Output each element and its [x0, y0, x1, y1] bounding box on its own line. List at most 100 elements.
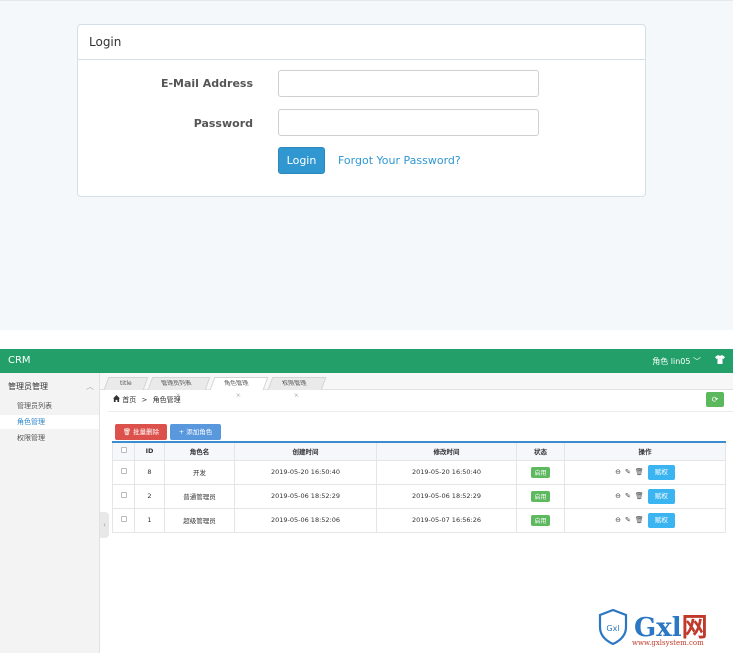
tab-label: 角色管理 [223, 380, 250, 387]
minus-circle-icon[interactable]: ⊖ [615, 468, 621, 476]
row-select[interactable] [112, 459, 135, 485]
row-select[interactable] [112, 507, 135, 533]
cell-modified: 2019-05-07 16:56:26 [376, 507, 517, 533]
user-menu[interactable]: 角色 lin05 ﹀ [652, 356, 701, 367]
cell-status: 启用 [516, 483, 565, 509]
cell-created: 2019-05-06 18:52:06 [234, 507, 377, 533]
cell-id: 1 [134, 507, 165, 533]
tab-label: 管理员列表 [160, 380, 193, 387]
top-bar: CRM 角色 lin05 ﹀ [0, 349, 733, 373]
checkbox[interactable] [120, 516, 127, 522]
shield-text: Gxl [606, 624, 619, 633]
tshirt-icon[interactable] [715, 355, 725, 367]
password-field[interactable] [278, 109, 539, 136]
sidebar-item-roles[interactable]: 角色管理 [0, 415, 99, 429]
sidebar-item-admin-list[interactable]: 管理员列表 [0, 399, 99, 413]
table-header-row: ID 角色名 创建时间 修改时间 状态 操作 [112, 441, 726, 461]
brand-logo[interactable]: CRM [8, 355, 31, 366]
grant-permission-button[interactable]: 赋权 [647, 488, 675, 504]
divider [108, 411, 733, 412]
home-icon [113, 395, 122, 404]
tab-label: title [119, 380, 132, 387]
sidebar-item-permissions[interactable]: 权限管理 [0, 431, 99, 445]
login-panel-title: Login [78, 25, 645, 60]
cell-id: 8 [134, 459, 165, 485]
header-role-name: 角色名 [164, 441, 235, 461]
table-row: 1 超级管理员 2019-05-06 18:52:06 2019-05-07 1… [112, 507, 726, 533]
email-field[interactable] [278, 70, 539, 97]
trash-icon[interactable]: 🗑 [635, 516, 644, 524]
cell-actions: ⊖ ✎ 🗑 赋权 [564, 507, 726, 533]
header-status: 状态 [516, 441, 565, 461]
table-row: 8 开发 2019-05-20 16:50:40 2019-05-20 16:5… [112, 459, 726, 485]
plus-icon: + [178, 428, 185, 436]
shield-icon: Gxl [598, 609, 628, 645]
crm-admin: CRM 角色 lin05 ﹀ 管理员管理 ︿ 管理员列表 角色管理 权限管理 ‹… [0, 349, 733, 653]
forgot-password-link[interactable]: Forgot Your Password? [338, 154, 461, 167]
cell-modified: 2019-05-20 16:50:40 [376, 459, 517, 485]
tab-bar: title 管理员列表 × 角色管理 × 权限管理 × [100, 373, 733, 399]
close-icon[interactable]: × [270, 390, 322, 402]
refresh-button[interactable]: ⟳ [706, 392, 724, 407]
batch-delete-button[interactable]: 🗑 批量删除 [115, 424, 167, 440]
edit-pencil-icon[interactable]: ✎ [625, 492, 631, 500]
cell-modified: 2019-05-06 18:52:29 [376, 483, 517, 509]
cell-status: 启用 [516, 507, 565, 533]
status-badge[interactable]: 启用 [531, 490, 550, 502]
tab-label: 权限管理 [281, 380, 308, 387]
close-icon[interactable]: × [212, 390, 264, 402]
batch-delete-label: 批量删除 [133, 428, 160, 436]
status-badge[interactable]: 启用 [531, 466, 550, 478]
watermark: Gxl Gxl网 www.gxlsystem.com [598, 607, 726, 653]
minus-circle-icon[interactable]: ⊖ [615, 492, 621, 500]
tab-title[interactable]: title [103, 377, 149, 390]
trash-icon: 🗑 [122, 428, 132, 436]
cell-status: 启用 [516, 459, 565, 485]
minus-circle-icon[interactable]: ⊖ [615, 516, 621, 524]
grant-permission-button[interactable]: 赋权 [647, 464, 675, 480]
grant-permission-button[interactable]: 赋权 [647, 512, 675, 528]
chevron-down-icon: ﹀ [693, 357, 701, 366]
edit-pencil-icon[interactable]: ✎ [625, 468, 631, 476]
user-menu-label: 角色 lin05 [652, 357, 691, 366]
breadcrumb-separator: > [141, 396, 148, 404]
header-modified: 修改时间 [376, 441, 517, 461]
trash-icon[interactable]: 🗑 [635, 468, 644, 476]
checkbox[interactable] [120, 492, 127, 498]
header-created: 创建时间 [234, 441, 377, 461]
header-select-all[interactable] [112, 441, 135, 461]
header-id: ID [134, 441, 165, 461]
watermark-url: www.gxlsystem.com [632, 639, 704, 647]
checkbox[interactable] [120, 447, 127, 454]
tab-permissions[interactable]: 权限管理 × [267, 377, 327, 399]
email-label: E-Mail Address [160, 77, 253, 90]
sidebar: 管理员管理 ︿ 管理员列表 角色管理 权限管理 [0, 373, 100, 653]
row-select[interactable] [112, 483, 135, 509]
cell-actions: ⊖ ✎ 🗑 赋权 [564, 483, 726, 509]
cell-role-name: 超级管理员 [164, 507, 235, 533]
edit-pencil-icon[interactable]: ✎ [625, 516, 631, 524]
refresh-icon: ⟳ [711, 395, 719, 404]
breadcrumb-home[interactable]: 首页 [122, 396, 136, 404]
login-button[interactable]: Login [278, 147, 325, 174]
table-row: 2 普通管理员 2019-05-06 18:52:29 2019-05-06 1… [112, 483, 726, 509]
cell-actions: ⊖ ✎ 🗑 赋权 [564, 459, 726, 485]
breadcrumb: 首页 > 角色管理 [113, 395, 181, 405]
checkbox[interactable] [120, 468, 127, 474]
cell-role-name: 普通管理员 [164, 483, 235, 509]
cell-created: 2019-05-06 18:52:29 [234, 483, 377, 509]
cell-role-name: 开发 [164, 459, 235, 485]
sidebar-collapse-handle[interactable]: ‹ [100, 512, 109, 538]
add-role-label: 添加角色 [186, 428, 213, 436]
login-screen: Login E-Mail Address Password Login Forg… [0, 0, 733, 330]
sidebar-group-label: 管理员管理 [8, 382, 48, 391]
tab-roles[interactable]: 角色管理 × [209, 377, 269, 399]
tab-admin-list[interactable]: 管理员列表 × [147, 377, 211, 399]
login-panel: Login E-Mail Address Password Login Forg… [77, 24, 646, 197]
trash-icon[interactable]: 🗑 [635, 492, 644, 500]
chevron-up-icon: ︿ [86, 382, 94, 391]
sidebar-group-admin[interactable]: 管理员管理 ︿ [0, 379, 100, 395]
header-actions: 操作 [564, 441, 726, 461]
status-badge[interactable]: 启用 [531, 514, 550, 526]
add-role-button[interactable]: + 添加角色 [170, 424, 221, 440]
